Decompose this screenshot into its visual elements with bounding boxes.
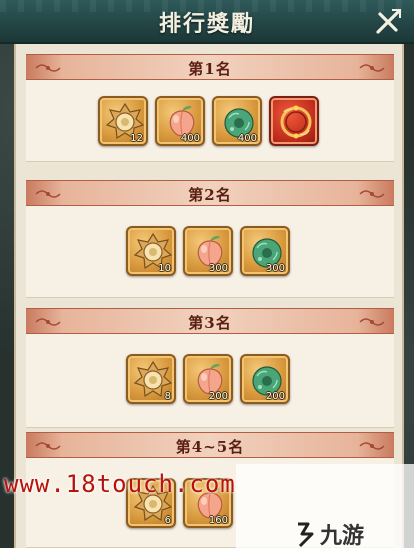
rank-body: 12 400 400: [26, 80, 394, 162]
ornament-icon: [359, 442, 385, 450]
reward-item-medallion[interactable]: 10: [126, 226, 176, 276]
reward-item-medallion[interactable]: 8: [126, 354, 176, 404]
ornament-icon: [359, 190, 385, 198]
rank-body: 8 200 200: [26, 334, 394, 428]
watermark: www.18touch.com: [0, 464, 414, 514]
rank-body: 10 300 300: [26, 206, 394, 298]
reward-item-peach[interactable]: 200: [183, 354, 233, 404]
rank-header: 第3名: [26, 308, 394, 334]
rank-label: 第4~5名: [175, 438, 245, 456]
reward-item-jade[interactable]: 200: [240, 354, 290, 404]
item-count: 300: [265, 263, 285, 274]
rank-header: 第1名: [26, 54, 394, 80]
reward-items: 8 200 200: [26, 354, 394, 404]
red-ring-frame-icon: [280, 105, 312, 139]
ornament-icon: [359, 318, 385, 326]
close-icon: [376, 9, 401, 34]
rank-header: 第4~5名: [26, 432, 394, 458]
item-count: 400: [180, 133, 200, 144]
reward-item-peach[interactable]: 300: [183, 226, 233, 276]
item-count: 6: [164, 515, 171, 526]
item-count: 10: [158, 263, 171, 274]
watermark-site-text: www.18touch.com: [4, 470, 236, 498]
reward-item-jade[interactable]: 300: [240, 226, 290, 276]
rank-label: 第1名: [188, 60, 232, 78]
item-count: 200: [208, 391, 228, 402]
title-bar: 排行獎勵: [0, 0, 414, 44]
rank-label: 第2名: [188, 186, 232, 204]
item-count: 8: [164, 391, 171, 402]
ornament-icon: [359, 64, 385, 72]
reward-item-frame[interactable]: [269, 96, 319, 146]
close-button[interactable]: [372, 6, 404, 38]
reward-item-jade[interactable]: 400: [212, 96, 262, 146]
item-count: 12: [130, 133, 143, 144]
reward-items: 12 400 400: [26, 96, 394, 146]
watermark-brand-text: 九游: [320, 524, 365, 548]
reward-items: 10 300 300: [26, 226, 394, 276]
item-count: 400: [237, 133, 257, 144]
rank-header: 第2名: [26, 180, 394, 206]
jiuyou-logo-icon: [298, 522, 314, 548]
rank-label: 第3名: [188, 314, 232, 332]
reward-item-peach[interactable]: 400: [155, 96, 205, 146]
item-count: 160: [208, 515, 228, 526]
item-count: 300: [208, 263, 228, 274]
window-title: 排行獎勵: [158, 11, 255, 37]
item-count: 200: [265, 391, 285, 402]
reward-item-medallion[interactable]: 12: [98, 96, 148, 146]
